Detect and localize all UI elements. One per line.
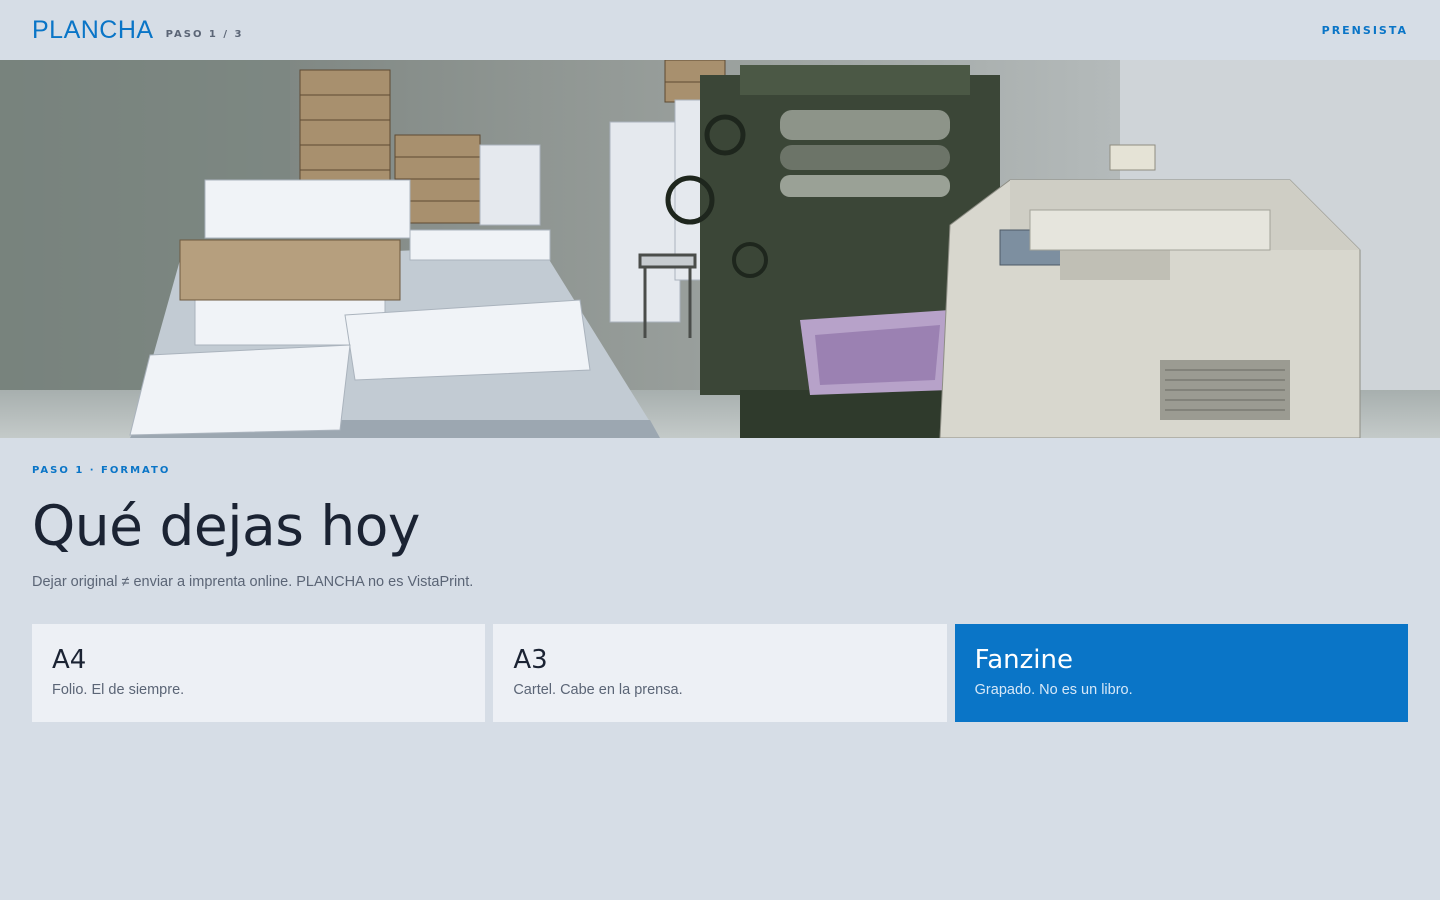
format-option-a3[interactable]: A3 Cartel. Cabe en la prensa. xyxy=(493,624,947,722)
option-name: A4 xyxy=(52,645,87,675)
option-description: Folio. El de siempre. xyxy=(52,682,185,698)
step-indicator: PASO 1 / 3 xyxy=(165,29,244,40)
format-options: A4 Folio. El de siempre. A3 Cartel. Cabe… xyxy=(32,624,1408,722)
option-name: A3 xyxy=(513,645,548,675)
user-role-link[interactable]: PRENSISTA xyxy=(1322,24,1408,37)
step-label: PASO 1 · FORMATO xyxy=(32,465,171,476)
brand-logo[interactable]: PLANCHA xyxy=(32,16,154,45)
top-bar: PLANCHA PASO 1 / 3 PRENSISTA xyxy=(0,0,1440,60)
format-option-fanzine[interactable]: Fanzine Grapado. No es un libro. xyxy=(954,624,1408,722)
print-shop-photo xyxy=(0,60,1440,438)
page-subtitle: Dejar original ≠ enviar a imprenta onlin… xyxy=(32,574,474,590)
page-title: Qué dejas hoy xyxy=(32,494,420,558)
option-name: Fanzine xyxy=(974,645,1073,675)
hero-image xyxy=(0,60,1440,438)
format-option-a4[interactable]: A4 Folio. El de siempre. xyxy=(32,624,486,722)
option-description: Cartel. Cabe en la prensa. xyxy=(513,682,683,698)
option-description: Grapado. No es un libro. xyxy=(974,682,1133,698)
main-content: PASO 1 · FORMATO Qué dejas hoy Dejar ori… xyxy=(32,438,1408,590)
